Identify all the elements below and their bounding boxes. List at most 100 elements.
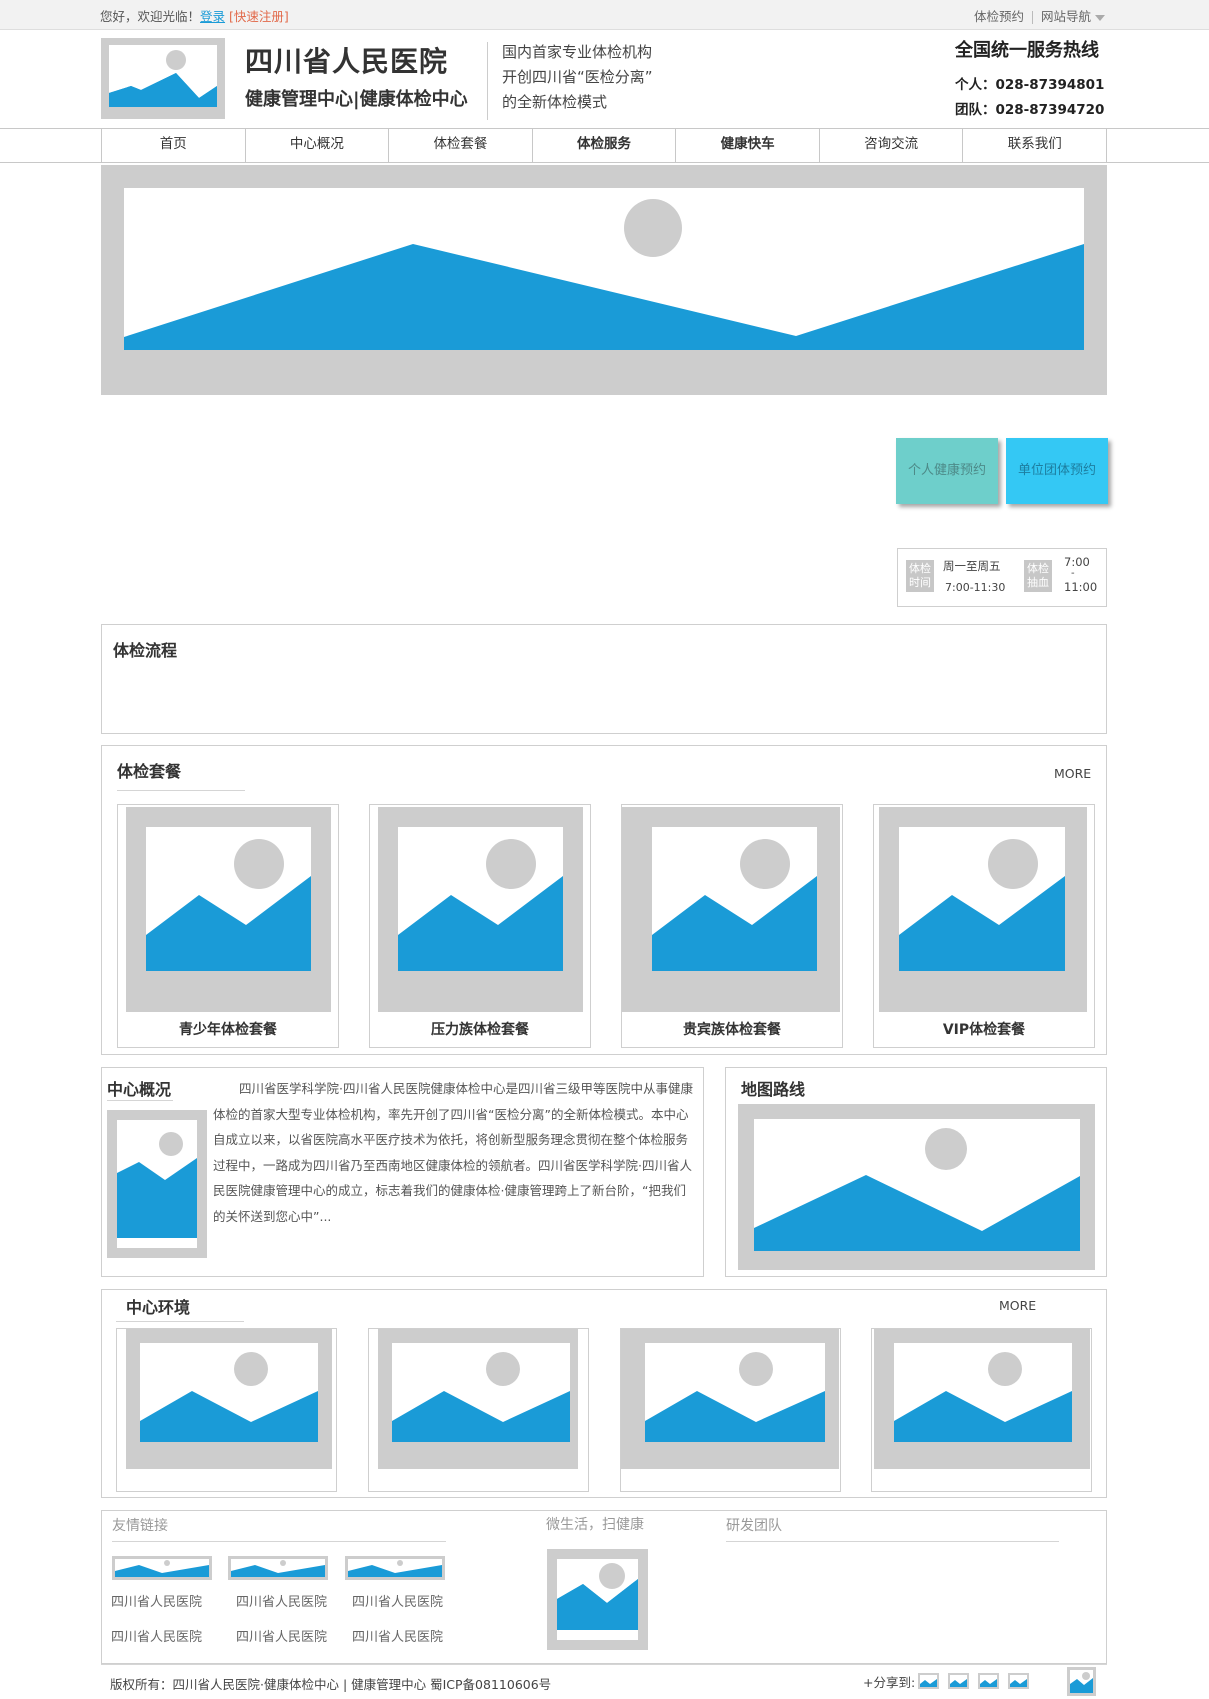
environment-card[interactable] [116,1328,337,1492]
top-bar: 您好，欢迎光临！登录 [快速注册] 体检预约 网站导航 [0,0,1209,30]
package-card[interactable]: VIP体检套餐 [873,804,1095,1048]
hotline-title: 全国统一服务热线 [955,40,1099,61]
link-logo[interactable] [228,1556,328,1580]
overview-image[interactable] [107,1110,207,1258]
section-title: 体检流程 [113,641,178,660]
register-link[interactable]: [快速注册] [229,9,289,24]
title-underline [116,1321,244,1322]
package-card[interactable]: 贵宾族体检套餐 [621,804,843,1048]
map-section: 地图路线 [725,1067,1107,1277]
login-link[interactable]: 登录 [200,9,225,24]
footer-badge-image[interactable] [1067,1667,1096,1696]
blood-time-end: 11:00 [1064,580,1098,594]
friend-link[interactable]: 四川省人民医院 [352,1591,443,1610]
process-section: 体检流程 [101,624,1107,734]
environment-image [621,1329,839,1469]
team-title: 研发团队 [726,1518,782,1534]
footer-divider [101,1664,1107,1665]
greeting-text: 您好，欢迎光临！ [100,9,201,24]
map-image[interactable] [738,1104,1095,1270]
top-links: 体检预约 网站导航 [974,6,1106,25]
friend-link[interactable]: 四川省人民医院 [111,1591,202,1610]
share-icon[interactable] [918,1673,939,1689]
phone-team: 团队：028-87394720 [955,102,1105,118]
packages-section: 体检套餐 MORE 青少年体检套餐 压力族体检套餐 贵宾族体检套餐 VIP体检套… [101,745,1107,1055]
package-image [378,807,583,1012]
nav-item-packages[interactable]: 体检套餐 [389,128,533,163]
package-name: 贵宾族体检套餐 [683,1022,781,1038]
environment-card[interactable] [871,1328,1092,1492]
share-label: +分享到: [863,1675,916,1690]
appointment-link[interactable]: 体检预约 [974,9,1024,24]
package-name: 青少年体检套餐 [179,1022,277,1038]
overview-text: 四川省医学科学院·四川省人民医院健康体检中心是四川省三级甲等医院中从事健康体检的… [213,1081,693,1224]
logo-image[interactable] [101,38,225,119]
nav-item-consult[interactable]: 咨询交流 [820,128,964,163]
qr-code-image [547,1549,648,1650]
section-title: 中心概况 [107,1080,172,1099]
slogan-line: 的全新体检模式 [502,93,608,111]
environment-card[interactable] [368,1328,589,1492]
chevron-down-icon[interactable] [1095,14,1106,21]
site-nav-link[interactable]: 网站导航 [1041,9,1091,24]
environment-section: 中心环境 MORE [101,1289,1107,1498]
section-title: 体检套餐 [117,762,182,781]
header-divider [487,42,488,120]
site-subtitle: 健康管理中心|健康体检中心 [245,89,468,110]
environment-card[interactable] [620,1328,841,1492]
friend-link[interactable]: 四川省人民医院 [236,1591,327,1610]
hours-days: 周一至周五 [943,559,1001,573]
copyright: 版权所有：四川省人民医院·健康体检中心 | 健康管理中心 蜀ICP备081106… [110,1677,552,1692]
nav-item-health-express[interactable]: 健康快车 [676,128,820,163]
personal-appointment-button[interactable]: 个人健康预约 [896,438,998,504]
hours-tag: 体检时间 [906,560,934,592]
share-icon[interactable] [1008,1673,1029,1689]
package-image [879,807,1087,1012]
group-appointment-button[interactable]: 单位团体预约 [1006,438,1108,504]
link-logo[interactable] [345,1556,445,1580]
more-link[interactable]: MORE [999,1298,1036,1313]
package-image [126,807,331,1012]
hours-box: 体检时间 周一至周五 7:00-11:30 体检抽血 7:00 - 11:00 [897,548,1107,607]
title-underline [112,1541,446,1542]
section-title: 地图路线 [741,1080,806,1099]
phone-personal: 个人：028-87394801 [955,77,1105,93]
package-card[interactable]: 青少年体检套餐 [117,804,339,1048]
nav-item-home[interactable]: 首页 [102,128,246,163]
slogan: 国内首家专业体检机构 开创四川省“医检分离” 的全新体检模式 [502,40,653,115]
link-logo[interactable] [112,1556,212,1580]
more-link[interactable]: MORE [1054,766,1091,781]
links-title: 友情链接 [112,1518,168,1534]
divider [1032,11,1034,24]
slogan-line: 开创四川省“医检分离” [502,68,653,86]
package-card[interactable]: 压力族体检套餐 [369,804,591,1048]
title-underline [117,790,245,791]
slogan-line: 国内首家专业体检机构 [502,43,653,61]
title-underline [726,1541,1059,1542]
hours-time: 7:00-11:30 [945,581,1006,594]
main-nav: 首页 中心概况 体检套餐 体检服务 健康快车 咨询交流 联系我们 [101,128,1108,163]
package-name: 压力族体检套餐 [431,1022,529,1038]
blood-tag: 体检抽血 [1024,560,1052,592]
nav-item-services[interactable]: 体检服务 [533,128,677,163]
section-title: 中心环境 [126,1298,191,1317]
nav-item-contact[interactable]: 联系我们 [963,128,1108,163]
environment-image [378,1329,578,1469]
links-section: 友情链接 四川省人民医院 四川省人民医院 四川省人民医院 四川省人民医院 四川省… [101,1510,1107,1664]
blood-time-start: 7:00 [1064,555,1090,569]
nav-item-overview[interactable]: 中心概况 [246,128,390,163]
package-name: VIP体检套餐 [942,1022,1026,1038]
greeting: 您好，欢迎光临！登录 [快速注册] [100,6,289,25]
friend-link[interactable]: 四川省人民医院 [352,1626,443,1645]
blood-time-dash: - [1071,568,1075,579]
friend-link[interactable]: 四川省人民医院 [111,1626,202,1645]
friend-link[interactable]: 四川省人民医院 [236,1626,327,1645]
title-underline [107,1100,173,1101]
overview-section: 中心概况 四川省医学科学院·四川省人民医院健康体检中心是四川省三级甲等医院中从事… [101,1067,704,1277]
share-icon[interactable] [978,1673,999,1689]
wechat-title: 微生活，扫健康 [546,1517,644,1533]
page: 您好，欢迎光临！登录 [快速注册] 体检预约 网站导航 四川省人民医院 健康管理中… [0,0,1209,1699]
environment-image [126,1329,332,1469]
share-icon[interactable] [948,1673,969,1689]
banner-image[interactable] [101,165,1107,395]
